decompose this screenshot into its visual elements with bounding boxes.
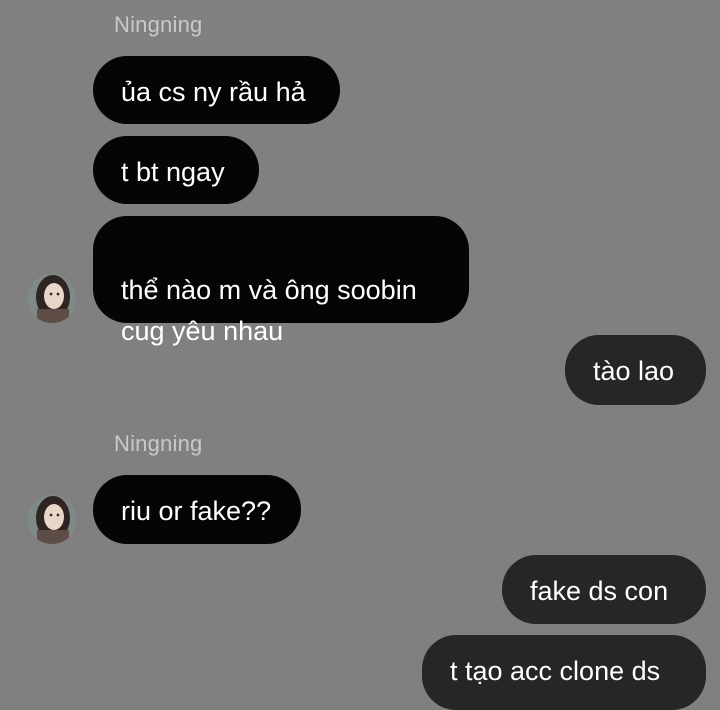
message-bubble-outgoing[interactable]: t tạo acc clone ds (422, 635, 706, 710)
message-bubble-incoming[interactable]: thể nào m và ông soobin cug yêu nhau (93, 216, 469, 346)
message-text: t tạo acc clone ds (450, 656, 661, 686)
avatar[interactable] (27, 494, 77, 544)
avatar[interactable] (27, 273, 77, 323)
message-bubble-incoming[interactable]: riu or fake?? (93, 475, 301, 544)
avatar-image (27, 273, 77, 323)
message-text: thể nào m và ông soobin cug yêu nhau (121, 275, 417, 346)
sender-name: Ningning (114, 431, 203, 456)
message-text: tào lao (593, 356, 675, 386)
message-text: riu or fake?? (121, 496, 272, 526)
message-bubble-incoming[interactable]: t bt ngay (93, 136, 259, 204)
message-bubble-outgoing[interactable]: tào lao (565, 335, 706, 405)
message-text: fake ds con (530, 576, 669, 606)
message-bubble-incoming[interactable]: ủa cs ny rầu hả (93, 56, 340, 124)
message-text: ủa cs ny rầu hả (121, 77, 306, 107)
avatar-image (27, 494, 77, 544)
message-bubble-outgoing[interactable]: fake ds con (502, 555, 706, 624)
sender-name: Ningning (114, 12, 203, 37)
message-text: t bt ngay (121, 157, 225, 187)
